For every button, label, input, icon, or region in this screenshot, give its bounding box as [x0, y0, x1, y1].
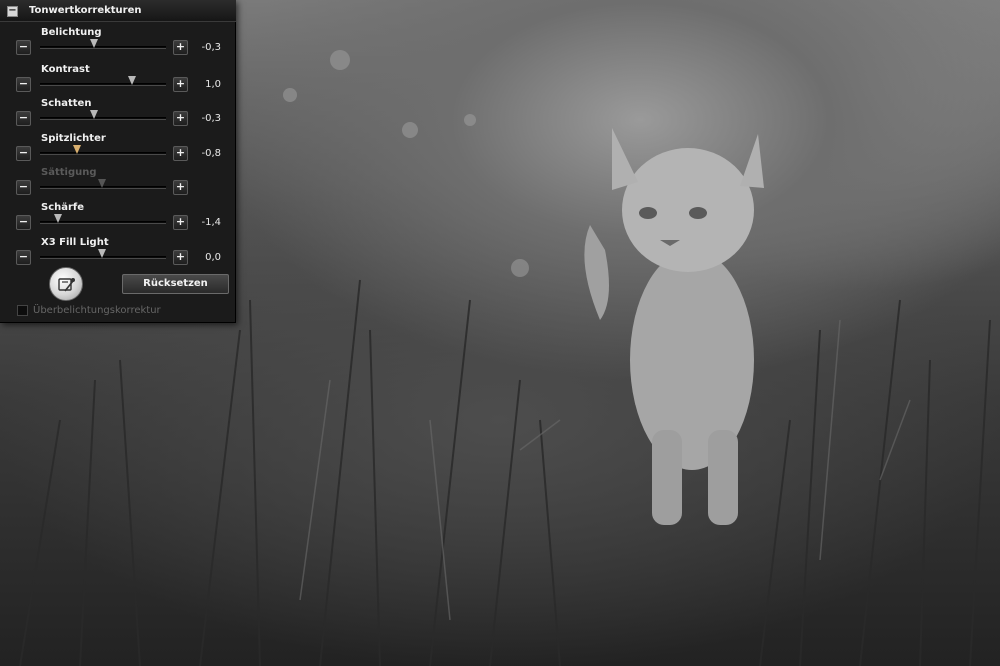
slider-label: Sättigung — [41, 167, 97, 178]
slider-value: 1,0 — [205, 79, 221, 90]
decrease-button[interactable]: − — [16, 215, 31, 230]
slider-row-schärfe: Schärfe − + -1,4 — [0, 202, 236, 236]
slider-row-x3-fill-light: X3 Fill Light − +0,0 — [0, 237, 236, 271]
slider-value: -0,3 — [201, 113, 221, 124]
slider-label: Schatten — [41, 98, 92, 109]
slider-label: Belichtung — [41, 27, 102, 38]
slider-track[interactable] — [40, 46, 166, 49]
decrease-button[interactable]: − — [16, 40, 31, 55]
increase-button[interactable]: + — [173, 215, 188, 230]
slider-label: Kontrast — [41, 64, 90, 75]
increase-button[interactable]: + — [173, 250, 188, 265]
slider-value: -1,4 — [201, 217, 221, 228]
overexposure-checkbox[interactable] — [17, 305, 28, 316]
slider-value: 0,0 — [205, 252, 221, 263]
overexposure-label: Überbelichtungskorrektur — [33, 305, 161, 316]
slider-track[interactable] — [40, 117, 166, 120]
slider-row-kontrast: Kontrast − +1,0 — [0, 64, 236, 98]
collapse-icon[interactable]: − — [7, 6, 18, 17]
panel-header: − Tonwertkorrekturen — [0, 0, 236, 22]
reset-button[interactable]: Rücksetzen — [122, 274, 229, 294]
increase-button[interactable]: + — [173, 40, 188, 55]
slider-row-spitzlichter: Spitzlichter − + -0,8 — [0, 133, 236, 167]
slider-label: Spitzlichter — [41, 133, 106, 144]
slider-thumb[interactable] — [97, 179, 106, 188]
slider-row-belichtung: Belichtung − + -0,3 — [0, 27, 236, 61]
slider-track[interactable] — [40, 152, 166, 155]
tone-correction-panel: − Tonwertkorrekturen Belichtung − + -0,3 Kon… — [0, 0, 236, 323]
slider-label: X3 Fill Light — [41, 237, 109, 248]
slider-thumb[interactable] — [127, 76, 136, 85]
slider-thumb[interactable] — [97, 249, 106, 258]
increase-button[interactable]: + — [173, 146, 188, 161]
slider-track[interactable] — [40, 83, 166, 86]
slider-value: -0,3 — [201, 42, 221, 53]
slider-value: -0,8 — [201, 148, 221, 159]
decrease-button[interactable]: − — [16, 146, 31, 161]
decrease-button[interactable]: − — [16, 250, 31, 265]
slider-label: Schärfe — [41, 202, 85, 213]
slider-thumb[interactable] — [90, 39, 99, 48]
slider-row-sättigung: Sättigung − + — [0, 167, 236, 201]
slider-row-schatten: Schatten − + -0,3 — [0, 98, 236, 132]
slider-thumb[interactable] — [90, 110, 99, 119]
slider-thumb[interactable] — [53, 214, 62, 223]
increase-button[interactable]: + — [173, 180, 188, 195]
slider-thumb[interactable] — [72, 145, 81, 154]
increase-button[interactable]: + — [173, 111, 188, 126]
decrease-button[interactable]: − — [16, 111, 31, 126]
decrease-button[interactable]: − — [16, 180, 31, 195]
panel-title: Tonwertkorrekturen — [29, 5, 142, 16]
increase-button[interactable]: + — [173, 77, 188, 92]
decrease-button[interactable]: − — [16, 77, 31, 92]
fill-light-icon[interactable] — [49, 267, 83, 301]
